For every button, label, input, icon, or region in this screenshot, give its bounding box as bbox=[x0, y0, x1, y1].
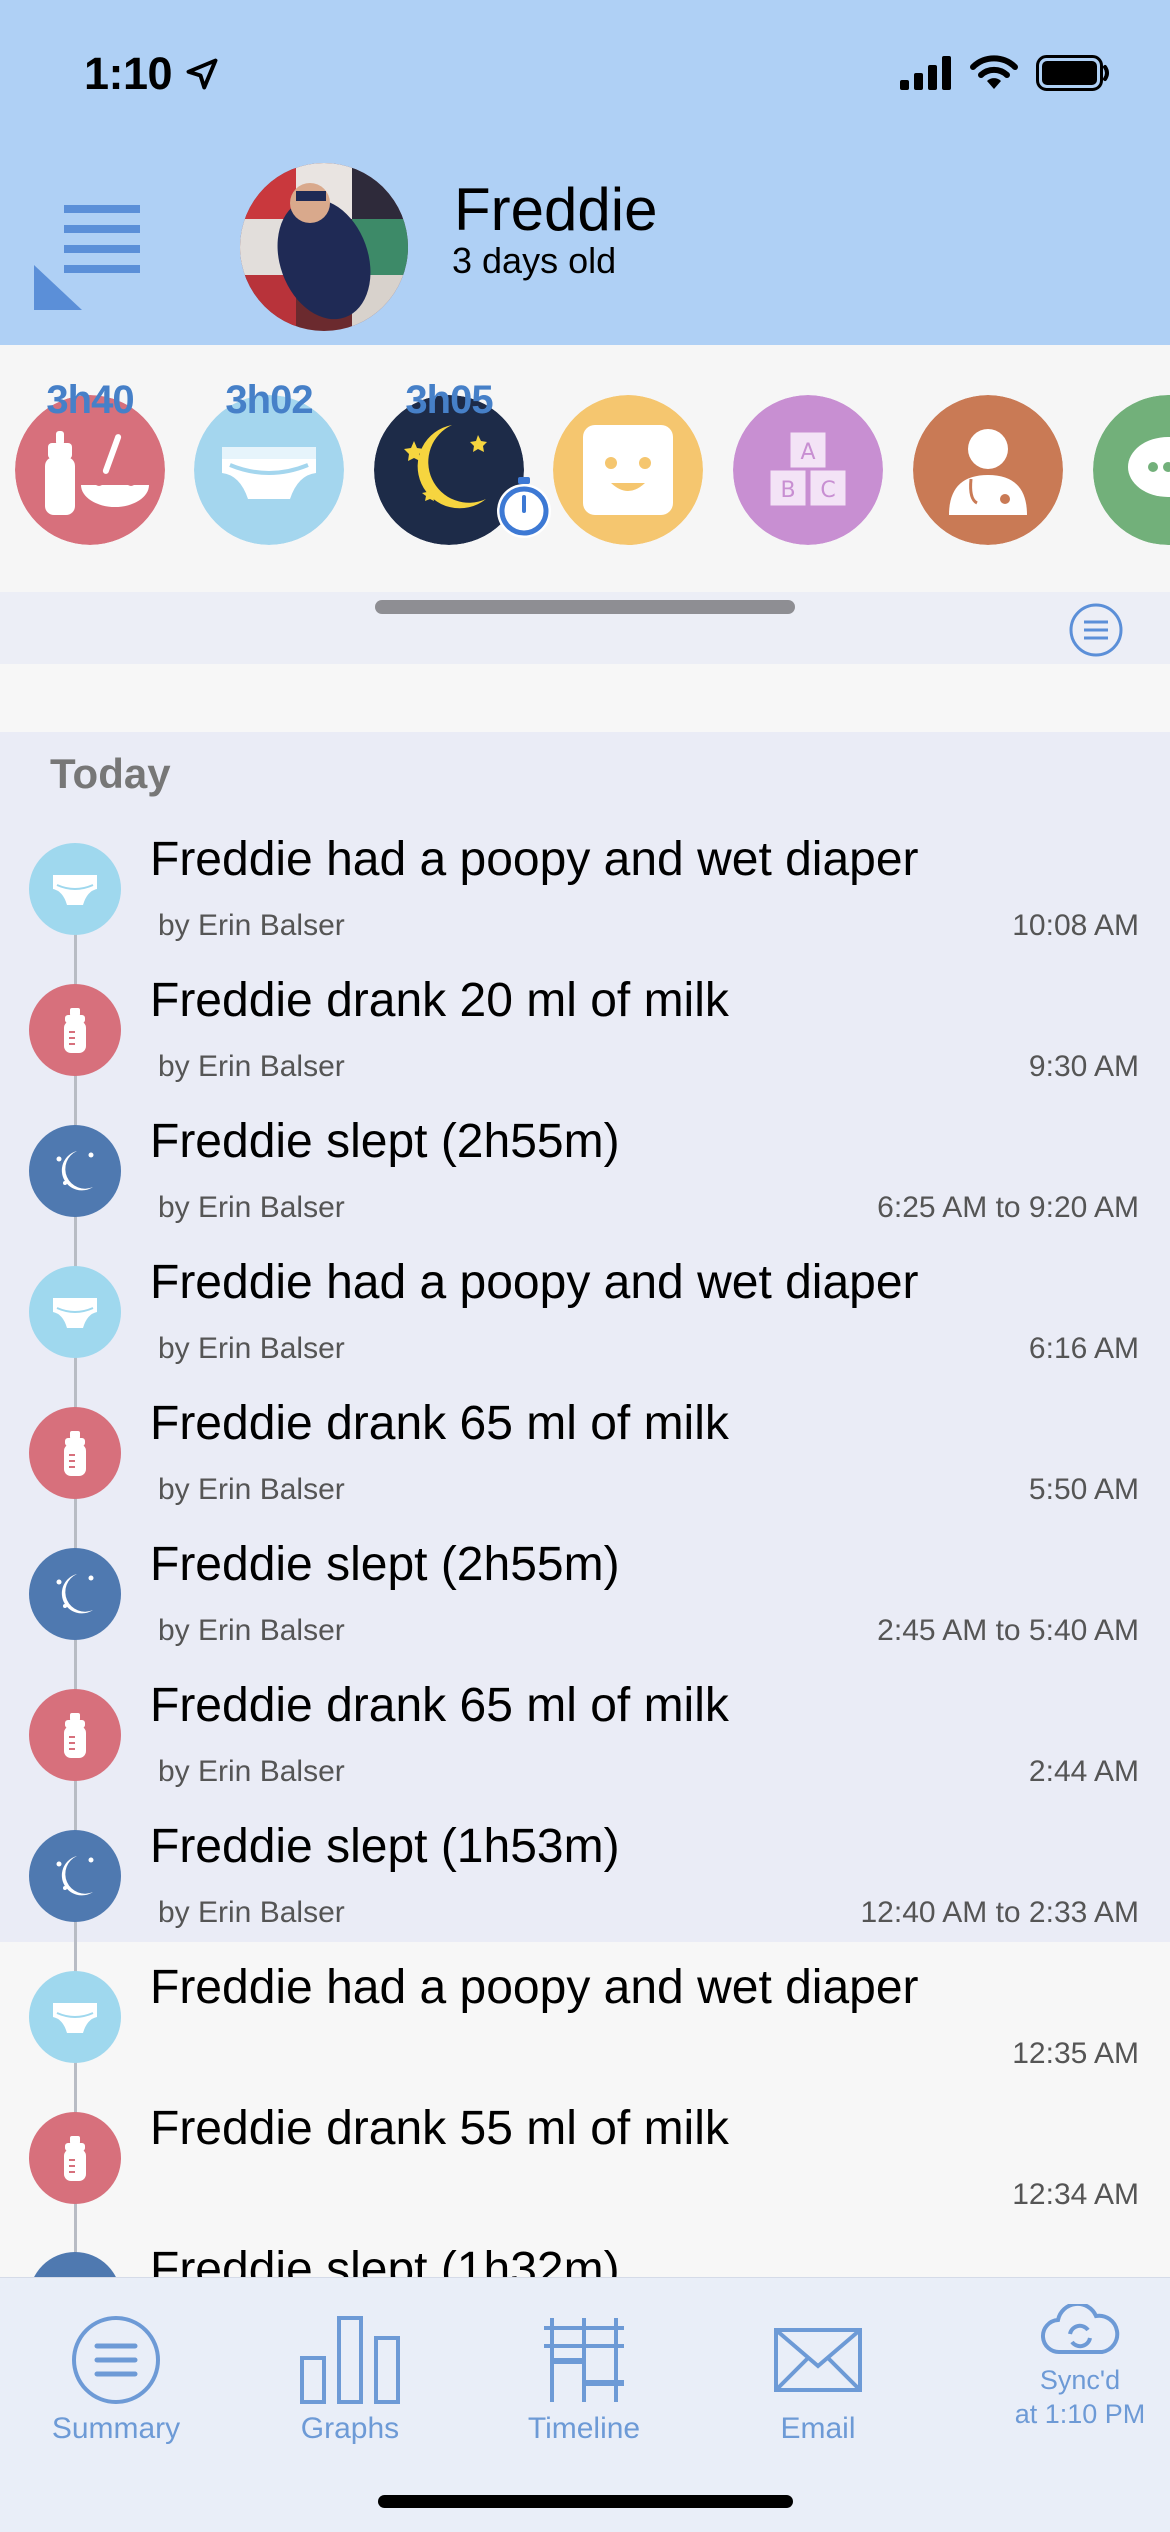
status-time: 1:10 bbox=[84, 48, 173, 99]
graphs-icon bbox=[300, 2316, 400, 2404]
entry-title: Freddie drank 65 ml of milk bbox=[150, 1679, 729, 1732]
bottle-icon bbox=[29, 1689, 121, 1781]
timeline-entry[interactable]: Freddie drank 65 ml of milk by Erin Balse… bbox=[0, 1380, 1170, 1521]
svg-text:A: A bbox=[800, 440, 815, 465]
entry-time: 6:25 AM to 9:20 AM bbox=[877, 1191, 1139, 1224]
entry-title: Freddie slept (1h32m) bbox=[150, 2243, 620, 2277]
diaper-icon bbox=[29, 1266, 121, 1358]
entry-title: Freddie had a poopy and wet diaper bbox=[150, 1256, 919, 1309]
tab-bar: Summary Graphs Timeline Email Sync'd at … bbox=[0, 2277, 1170, 2532]
child-avatar[interactable] bbox=[240, 163, 408, 331]
bottle-icon bbox=[29, 1407, 121, 1499]
entry-author: by Erin Balser bbox=[158, 1332, 345, 1365]
home-indicator bbox=[378, 2495, 793, 2508]
diaper-icon bbox=[29, 1971, 121, 2063]
entry-time: 9:30 AM bbox=[1028, 1050, 1139, 1083]
sleep-elapsed: 3h05 bbox=[405, 378, 493, 422]
sync-line-1: Sync'd bbox=[1039, 2365, 1121, 2395]
tab-graphs[interactable]: Graphs bbox=[260, 2314, 440, 2446]
tab-email[interactable]: Email bbox=[728, 2314, 908, 2446]
entry-time: 2:45 AM to 5:40 AM bbox=[877, 1614, 1139, 1647]
avatar-photo bbox=[240, 163, 408, 331]
sleep-icon bbox=[29, 2252, 121, 2277]
timeline-entry[interactable]: Freddie had a poopy and wet diaper 12:35 … bbox=[0, 1944, 1170, 2085]
stopwatch-icon[interactable] bbox=[492, 473, 556, 541]
timeline-entry[interactable]: Freddie slept (2h55m) by Erin Balser 6:25 … bbox=[0, 1098, 1170, 1239]
timeline-entry[interactable]: Freddie drank 55 ml of milk 12:34 AM bbox=[0, 2085, 1170, 2226]
svg-text:B: B bbox=[780, 478, 795, 503]
tab-label: Timeline bbox=[527, 2412, 641, 2445]
spacer bbox=[0, 664, 1170, 732]
bottle-icon bbox=[29, 2112, 121, 2204]
moon-icon bbox=[29, 1830, 121, 1922]
entry-author: by Erin Balser bbox=[158, 1896, 345, 1929]
battery-icon bbox=[1036, 55, 1109, 91]
mood-activity-button[interactable] bbox=[553, 395, 703, 545]
entry-title: Freddie slept (2h55m) bbox=[150, 1538, 620, 1591]
wifi-icon bbox=[970, 55, 1018, 89]
timeline-entry[interactable]: Freddie slept (2h55m) by Erin Balser 2:45 … bbox=[0, 1521, 1170, 1662]
tab-summary[interactable]: Summary bbox=[26, 2314, 206, 2446]
tab-label: Email bbox=[780, 2412, 856, 2445]
notes-activity-button[interactable] bbox=[1093, 395, 1170, 545]
entry-title: Freddie drank 65 ml of milk bbox=[150, 1397, 729, 1450]
entry-title: Freddie slept (1h53m) bbox=[150, 1820, 620, 1873]
svg-text:C: C bbox=[820, 478, 835, 503]
list-options-icon[interactable] bbox=[1068, 602, 1124, 658]
header: 1:10 Freddie 3 days old bbox=[0, 0, 1170, 345]
entry-time: 12:35 AM bbox=[1012, 2037, 1139, 2070]
child-age: 3 days old bbox=[452, 240, 617, 281]
bottle-icon bbox=[29, 984, 121, 1076]
entry-author: by Erin Balser bbox=[158, 1050, 345, 1083]
tab-label: Graphs bbox=[300, 2412, 400, 2445]
location-arrow-icon bbox=[186, 58, 218, 90]
entry-time: 10:08 AM bbox=[1012, 909, 1139, 942]
entry-title: Freddie had a poopy and wet diaper bbox=[150, 1961, 919, 2014]
entry-title: Freddie drank 55 ml of milk bbox=[150, 2102, 729, 2155]
timeline-entry[interactable]: Freddie had a poopy and wet diaper by Eri… bbox=[0, 816, 1170, 957]
learning-activity-button[interactable]: A B C bbox=[733, 395, 883, 545]
tab-label: Summary bbox=[51, 2412, 181, 2445]
section-label: Today bbox=[50, 750, 171, 797]
entry-author: by Erin Balser bbox=[158, 909, 345, 942]
doctor-activity-button[interactable] bbox=[913, 395, 1063, 545]
timeline-icon bbox=[544, 2318, 624, 2402]
status-indicators bbox=[900, 55, 1110, 91]
entry-title: Freddie drank 20 ml of milk bbox=[150, 974, 729, 1027]
section-header-today: Today bbox=[0, 732, 1170, 816]
cellular-signal-icon bbox=[900, 56, 951, 90]
entry-time: 2:44 AM bbox=[1028, 1755, 1139, 1788]
entry-time: 6:16 AM bbox=[1028, 1332, 1139, 1365]
feeding-elapsed: 3h40 bbox=[46, 378, 134, 422]
summary-icon bbox=[72, 2316, 160, 2404]
entry-title: Freddie had a poopy and wet diaper bbox=[150, 833, 919, 886]
drawer-handle[interactable] bbox=[375, 600, 795, 614]
moon-icon bbox=[29, 1125, 121, 1217]
entry-time: 12:40 AM to 2:33 AM bbox=[860, 1896, 1139, 1929]
entry-author: by Erin Balser bbox=[158, 1614, 345, 1647]
activity-strip: A B C bbox=[0, 345, 1170, 592]
cloud-sync-icon bbox=[1041, 2301, 1120, 2355]
moon-icon bbox=[29, 1548, 121, 1640]
entry-time: 12:34 AM bbox=[1012, 2178, 1139, 2211]
timeline-entry[interactable]: Freddie drank 65 ml of milk by Erin Balse… bbox=[0, 1662, 1170, 1803]
entry-time: 5:50 AM bbox=[1028, 1473, 1139, 1506]
diaper-icon bbox=[29, 843, 121, 935]
partial-entry[interactable]: Freddie slept (1h32m) bbox=[0, 2242, 1170, 2277]
timeline-entry[interactable]: Freddie slept (1h53m) by Erin Balser 12:40… bbox=[0, 1803, 1170, 1944]
timeline-entry[interactable]: Freddie drank 20 ml of milk by Erin Balse… bbox=[0, 957, 1170, 1098]
sync-line-2: at 1:10 PM bbox=[1014, 2399, 1146, 2429]
email-icon bbox=[774, 2328, 862, 2392]
entry-title: Freddie slept (2h55m) bbox=[150, 1115, 620, 1168]
entry-author: by Erin Balser bbox=[158, 1473, 345, 1506]
sync-status[interactable]: Sync'd at 1:10 PM bbox=[990, 2301, 1170, 2431]
diaper-elapsed: 3h02 bbox=[225, 378, 313, 422]
entry-author: by Erin Balser bbox=[158, 1755, 345, 1788]
entry-author: by Erin Balser bbox=[158, 1191, 345, 1224]
child-name: Freddie bbox=[454, 176, 658, 243]
timeline-entry[interactable]: Freddie had a poopy and wet diaper by Eri… bbox=[0, 1239, 1170, 1380]
menu-button[interactable] bbox=[34, 205, 144, 310]
tab-timeline[interactable]: Timeline bbox=[494, 2314, 674, 2446]
